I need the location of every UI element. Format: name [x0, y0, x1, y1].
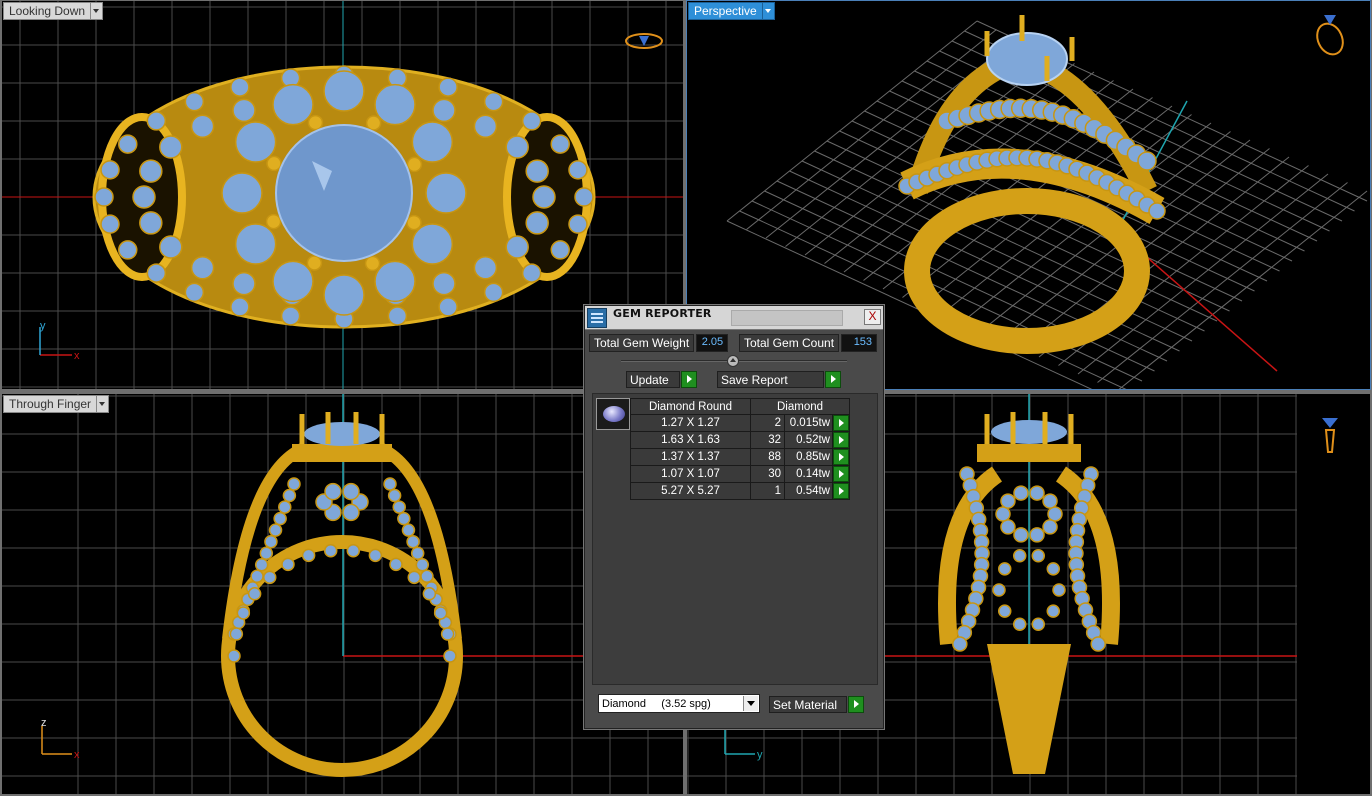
material-select[interactable]: Diamond (3.52 spg) — [598, 694, 760, 713]
viewport-name: Perspective — [688, 2, 763, 20]
gem-reporter-titlebar[interactable]: GEM REPORTER X — [585, 306, 883, 330]
gem-count: 30 — [750, 465, 785, 483]
gem-reporter-panel[interactable]: GEM REPORTER X Total Gem Weight 2.05 Tot… — [584, 305, 884, 729]
gem-weight: 0.015tw — [784, 414, 833, 432]
gem-shape-thumbnail[interactable] — [596, 398, 630, 430]
ring-front-view — [221, 412, 463, 777]
ring-thumbnail-icon — [1322, 418, 1338, 453]
save-report-button-label: Save Report — [717, 371, 824, 388]
gem-count: 1 — [750, 482, 785, 500]
viewport-label-through-finger[interactable]: Through Finger — [3, 395, 110, 413]
gem-size: 5.27 X 5.27 — [630, 482, 751, 500]
column-header-shape: Diamond Round — [630, 398, 751, 415]
viewport-name: Through Finger — [3, 395, 98, 413]
row-action[interactable] — [832, 431, 850, 449]
play-arrow-icon[interactable] — [833, 415, 849, 431]
diamond-round-icon — [603, 406, 625, 422]
chevron-down-icon[interactable] — [762, 2, 775, 20]
set-material-button-label: Set Material — [769, 696, 847, 713]
ring-thumbnail-icon — [1316, 15, 1344, 56]
row-action[interactable] — [832, 414, 850, 432]
row-action[interactable] — [832, 482, 850, 500]
svg-text:y: y — [757, 749, 763, 761]
svg-text:z: z — [41, 717, 47, 729]
ring-top-view — [92, 65, 596, 329]
viewport-name: Looking Down — [3, 2, 92, 20]
material-select-value: Diamond (3.52 spg) — [602, 697, 711, 710]
top-view-scene: x y — [2, 1, 683, 389]
table-row: 1.27 X 1.27 2 0.015tw — [630, 414, 850, 432]
set-material-button[interactable]: Set Material — [769, 696, 864, 713]
gem-list-area: Diamond Round Diamond 1.27 X 1.27 2 0.015t… — [592, 393, 878, 685]
gem-size: 1.07 X 1.07 — [630, 465, 751, 483]
chevron-down-icon[interactable] — [91, 2, 104, 20]
gem-size: 1.63 X 1.63 — [630, 431, 751, 449]
update-button[interactable]: Update — [626, 371, 697, 388]
total-gem-count-label: Total Gem Count — [739, 334, 840, 352]
svg-text:x: x — [74, 749, 80, 761]
viewport-through-finger[interactable]: x z Through Finger — [2, 394, 683, 794]
axis-gizmo-side: y — [724, 726, 763, 761]
chevron-down-icon[interactable] — [97, 395, 110, 413]
viewport-label-looking-down[interactable]: Looking Down — [3, 2, 104, 20]
play-arrow-icon[interactable] — [833, 483, 849, 499]
gem-count: 32 — [750, 431, 785, 449]
chevron-down-icon[interactable] — [743, 696, 758, 711]
gem-weight: 0.85tw — [784, 448, 833, 466]
gem-reporter-icon — [587, 308, 607, 328]
collapse-toggle[interactable] — [727, 355, 739, 367]
table-row: 1.37 X 1.37 88 0.85tw — [630, 448, 850, 466]
gem-count: 88 — [750, 448, 785, 466]
row-action[interactable] — [832, 448, 850, 466]
axis-gizmo-front: x z — [41, 717, 80, 761]
play-arrow-icon[interactable] — [848, 696, 864, 713]
table-row: 5.27 X 5.27 1 0.54tw — [630, 482, 850, 500]
column-header-material: Diamond — [750, 398, 850, 415]
table-row: 1.07 X 1.07 30 0.14tw — [630, 465, 850, 483]
gem-size: 1.37 X 1.37 — [630, 448, 751, 466]
close-button[interactable]: X — [864, 309, 881, 325]
gem-weight: 0.52tw — [784, 431, 833, 449]
axis-gizmo-top: x y — [39, 320, 80, 362]
gem-weight: 0.14tw — [784, 465, 833, 483]
gem-size: 1.27 X 1.27 — [630, 414, 751, 432]
gem-table: Diamond Round Diamond 1.27 X 1.27 2 0.015t… — [630, 398, 850, 500]
play-arrow-icon[interactable] — [825, 371, 841, 388]
svg-text:x: x — [74, 350, 80, 362]
save-report-button[interactable]: Save Report — [717, 371, 841, 388]
total-gem-count: Total Gem Count 153 — [739, 334, 878, 352]
play-arrow-icon[interactable] — [681, 371, 697, 388]
update-button-label: Update — [626, 371, 680, 388]
play-arrow-icon[interactable] — [833, 432, 849, 448]
total-gem-weight-label: Total Gem Weight — [589, 334, 695, 352]
ring-thumbnail-icon — [625, 33, 663, 49]
front-view-scene: x z — [2, 394, 683, 794]
total-gem-count-value: 153 — [841, 334, 878, 352]
play-arrow-icon[interactable] — [833, 466, 849, 482]
viewport-label-perspective[interactable]: Perspective — [688, 2, 775, 20]
viewport-looking-down[interactable]: x y Looking Down — [2, 1, 683, 389]
table-row: 1.63 X 1.63 32 0.52tw — [630, 431, 850, 449]
svg-text:y: y — [40, 320, 46, 332]
total-gem-weight-value: 2.05 — [696, 334, 729, 352]
title-drag-area[interactable] — [731, 310, 843, 326]
play-arrow-icon[interactable] — [833, 449, 849, 465]
row-action[interactable] — [832, 465, 850, 483]
gem-count: 2 — [750, 414, 785, 432]
total-gem-weight: Total Gem Weight 2.05 — [589, 334, 729, 352]
panel-title: GEM REPORTER — [613, 307, 712, 320]
gem-weight: 0.54tw — [784, 482, 833, 500]
